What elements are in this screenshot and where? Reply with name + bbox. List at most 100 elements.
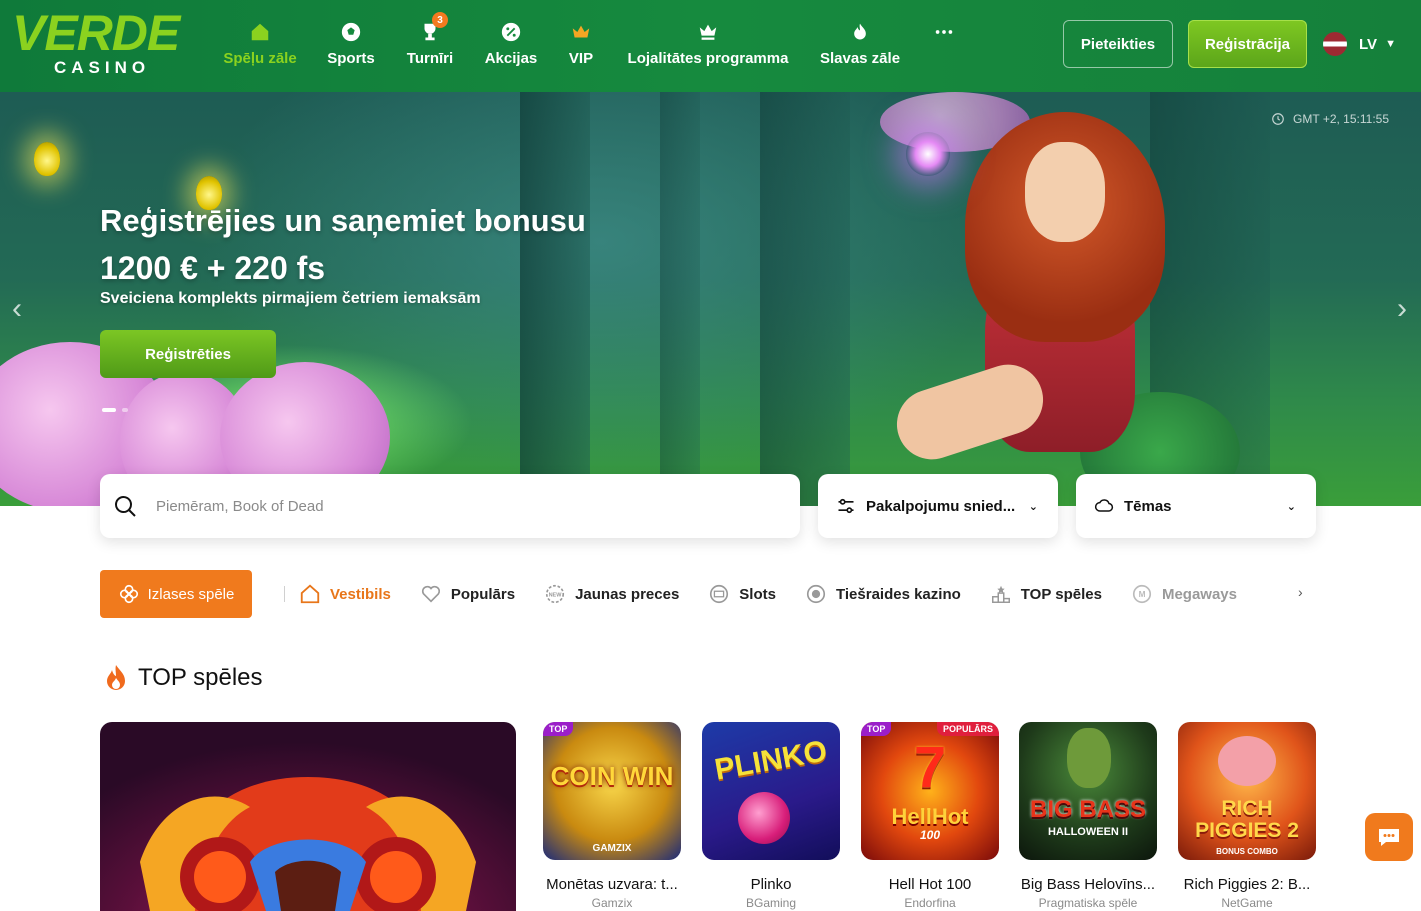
thumbnail-caption: BONUS COMBO [1216, 847, 1278, 856]
glowing-lamp-decoration [34, 142, 60, 176]
svg-text:NEW: NEW [549, 592, 563, 598]
heart-icon [419, 582, 443, 606]
popular-tag: POPULĀRS [936, 722, 999, 736]
jester-illustration [140, 777, 476, 911]
game-thumbnail[interactable]: COIN WIN GAMZIX TOP [543, 722, 681, 860]
nav-hall-of-fame[interactable]: Slavas zāle [806, 0, 914, 92]
hero-banner[interactable]: GMT +2, 15:11:55 Reģistrējies un saņemie… [0, 92, 1421, 506]
tab-label: Tiešraides kazino [835, 585, 961, 603]
game-thumbnail[interactable]: BIG BASS HALLOWEEN II [1019, 722, 1157, 860]
game-thumbnail[interactable]: RICH PIGGIES 2 BONUS COMBO [1178, 722, 1316, 860]
logo-wordmark: VERDE [12, 5, 180, 61]
latvia-flag-icon [1323, 32, 1347, 56]
language-selector[interactable]: LV ▼ [1323, 32, 1396, 56]
tab-new-games[interactable]: NEW Jaunas preces [543, 582, 679, 606]
tab-live-casino[interactable]: Tiešraides kazino [804, 582, 961, 606]
tab-label: Jaunas preces [575, 585, 680, 603]
tab-lobby[interactable]: Vestibils [298, 582, 391, 606]
tab-megaways[interactable]: M Megaways [1130, 582, 1237, 606]
search-input[interactable] [156, 497, 756, 515]
carousel-prev-arrow[interactable]: ‹ [12, 292, 22, 326]
more-dots-icon [932, 20, 956, 44]
tab-label: Slots [739, 585, 776, 603]
top-games-section-header: TOP spēles [104, 664, 263, 692]
nav-sports[interactable]: Sports [312, 0, 390, 92]
tree-trunk-decoration [760, 92, 850, 506]
soccer-ball-icon [339, 20, 363, 44]
lobby-icon [298, 582, 322, 606]
zombie-fisherman-figure [1067, 728, 1111, 788]
carousel-next-arrow[interactable]: › [1397, 292, 1407, 326]
tab-label: Populārs [450, 585, 516, 603]
live-dot-icon [804, 582, 828, 606]
game-provider: Gamzix [591, 896, 633, 910]
nav-promotions[interactable]: Akcijas [470, 0, 552, 92]
nav-vip[interactable]: VIP [552, 0, 610, 92]
fire-icon [107, 665, 125, 690]
themes-dropdown[interactable]: Tēmas ⌄ [1076, 474, 1316, 538]
chat-bubble-icon [1379, 829, 1399, 846]
home-icon [248, 20, 272, 44]
sliders-icon [836, 496, 856, 516]
themes-dropdown-label: Tēmas [1124, 497, 1172, 515]
featured-game-card[interactable] [100, 722, 516, 911]
hero-register-button[interactable]: Reģistrēties [100, 330, 276, 378]
support-chat-button[interactable] [1365, 813, 1413, 861]
game-search-box [100, 474, 800, 538]
tree-trunk-decoration [660, 92, 700, 506]
providers-dropdown[interactable]: Pakalpojumu snied... ⌄ [818, 474, 1058, 538]
chevron-down-icon: ⌄ [1286, 500, 1296, 513]
chevron-down-icon: ⌄ [1028, 500, 1038, 513]
thumbnail-title: RICH PIGGIES 2 [1195, 797, 1299, 842]
nav-label: Slavas zāle [819, 50, 901, 67]
tab-slots[interactable]: Slots [707, 582, 776, 606]
search-icon [115, 496, 136, 517]
thumbnail-caption: HALLOWEEN II [1047, 826, 1129, 838]
clock-icon [1272, 113, 1284, 125]
carousel-dot-active[interactable] [102, 408, 116, 412]
game-card[interactable]: RICH PIGGIES 2 BONUS COMBO Rich Piggies … [1178, 722, 1316, 910]
nav-tournaments[interactable]: 3 Turnīri [390, 0, 470, 92]
royal-crown-icon [696, 20, 720, 44]
favorite-games-button[interactable]: Izlases spēle [100, 570, 252, 618]
thumbnail-title: HellHot [891, 804, 969, 829]
game-card[interactable]: PLINKO Plinko BGaming [702, 722, 840, 910]
game-thumbnail[interactable]: PLINKO [702, 722, 840, 860]
podium-icon [989, 582, 1013, 606]
tab-popular[interactable]: Populārs [419, 582, 515, 606]
top-header: VERDE CASINO Spēļu zāle Sports 3 Turnīri [0, 0, 1421, 92]
thumbnail-title: BIG BASS [1029, 796, 1146, 823]
thumbnail-caption: GAMZIX [592, 843, 632, 854]
nav-loyalty-program[interactable]: Lojalitātes programma [610, 0, 806, 92]
login-button[interactable]: Pieteikties [1063, 20, 1173, 68]
nav-games-hall[interactable]: Spēļu zāle [208, 0, 312, 92]
tree-trunk-decoration [520, 92, 590, 506]
verde-casino-logo[interactable]: VERDE CASINO [12, 8, 196, 78]
register-button[interactable]: Reģistrācija [1188, 20, 1307, 68]
slot-icon [707, 582, 731, 606]
game-provider: Endorfina [904, 896, 956, 910]
tab-top-games[interactable]: TOP spēles [989, 582, 1102, 606]
game-card[interactable]: 7 HellHot 100 TOP POPULĀRS Hell Hot 100 … [861, 722, 999, 910]
nav-label: VIP [568, 50, 594, 67]
game-card[interactable]: BIG BASS HALLOWEEN II Big Bass Helovīns.… [1019, 722, 1157, 910]
game-provider: Pragmatiska spēle [1038, 896, 1138, 910]
top-tag: TOP [861, 722, 892, 736]
megaways-icon: M [1130, 582, 1154, 606]
language-code: LV [1359, 35, 1378, 53]
carousel-dot[interactable] [122, 408, 128, 412]
categories-next-arrow[interactable]: › [1298, 584, 1303, 600]
chevron-down-icon: ▼ [1385, 38, 1396, 50]
category-tabs: Vestibils Populārs NEW Jaunas preces Slo… [298, 580, 1265, 608]
game-provider: BGaming [745, 896, 797, 910]
nav-more-button[interactable] [914, 0, 974, 92]
favorite-games-label: Izlases spēle [147, 585, 235, 603]
thumbnail-caption: 100 [919, 828, 941, 842]
server-clock: GMT +2, 15:11:55 [1271, 112, 1389, 126]
game-card[interactable]: COIN WIN GAMZIX TOP Monētas uzvara: t...… [543, 722, 681, 910]
thumbnail-title: COIN WIN [550, 761, 674, 791]
game-thumbnail[interactable]: 7 HellHot 100 TOP POPULĀRS [861, 722, 999, 860]
main-nav: Spēļu zāle Sports 3 Turnīri Akcijas VIP … [208, 0, 974, 92]
crown-icon [569, 20, 593, 44]
hero-title: Reģistrējies un saņemiet bonusu [100, 203, 586, 238]
